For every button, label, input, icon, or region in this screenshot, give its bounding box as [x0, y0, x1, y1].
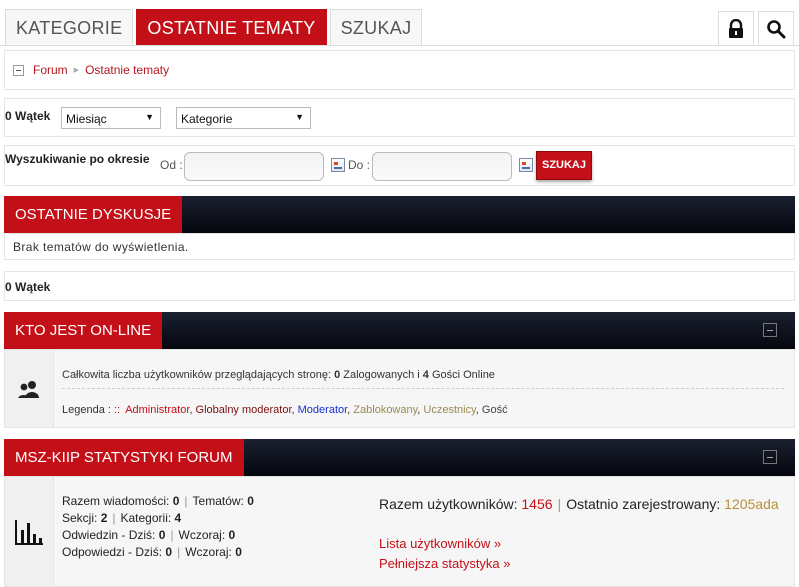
legend-guest: Gość [481, 404, 508, 416]
full-stats-link[interactable]: Pełniejsza statystyka » [379, 556, 511, 571]
month-select-value: Miesiąc [66, 112, 107, 126]
divider [62, 388, 784, 389]
main-tabs: KATEGORIE OSTATNIE TEMATY SZUKAJ [5, 9, 425, 46]
stats-icon-cell [5, 477, 54, 586]
users-count: 1456 [521, 496, 553, 512]
legend-blocked: Zablokowany [353, 404, 418, 416]
login-button[interactable] [718, 11, 754, 46]
stats-messages-line: Razem wiadomości: 0 | Tematów: 0 [62, 494, 254, 508]
online-icon-cell [5, 350, 54, 427]
visits-today: 0 [158, 528, 166, 542]
lock-icon [729, 19, 743, 38]
logged-count: 0 [334, 369, 341, 381]
online-header: KTO JEST ON-LINE [4, 312, 795, 349]
date-search-bar: Wyszukiwanie po okresie Od : Do : SZUKAJ [4, 145, 795, 186]
collapse-icon[interactable] [763, 450, 777, 464]
collapse-toggle-icon[interactable] [13, 64, 24, 76]
latest-label: Ostatnio zarejestrowany: [566, 496, 721, 512]
users-label: Razem użytkowników: [379, 496, 518, 512]
breadcrumb-arrow-icon: ▶ [73, 67, 80, 74]
date-search-label: Wyszukiwanie po okresie [5, 152, 150, 166]
calendar-icon[interactable] [331, 158, 345, 172]
stats-users-line: Razem użytkowników: 1456 | Ostatnio zareje… [379, 496, 779, 512]
visits-yesterday: 0 [228, 528, 236, 542]
online-body: Całkowita liczba użytkowników przeglądaj… [4, 349, 795, 428]
user-list-link[interactable]: Lista użytkowników » [379, 536, 501, 551]
stats-sections-line: Sekcji: 2 | Kategorii: 4 [62, 511, 182, 525]
legend-participants: Uczestnicy [423, 404, 476, 416]
category-select[interactable]: Kategorie ▼ [176, 107, 311, 129]
topics-label: Tematów: [192, 494, 244, 508]
filter-bar: 0 Wątek Miesiąc ▼ Kategorie ▼ [4, 98, 795, 137]
topics-count: 0 [247, 494, 254, 508]
latest-user-link[interactable]: 1205ada [724, 496, 779, 512]
breadcrumb-forum[interactable]: Forum [33, 63, 68, 77]
stats-body: Razem wiadomości: 0 | Tematów: 0 Sekcji: 2… [4, 476, 795, 587]
date-from-input[interactable] [184, 152, 324, 181]
legend-label: Legenda : [62, 404, 111, 416]
stats-header: MSZ-KIIP STATYSTYKI FORUM [4, 439, 795, 476]
legend-global-moderator: Globalny moderator [195, 404, 292, 416]
visits-label: Odwiedzin - Dziś: [62, 528, 156, 542]
replies-label: Odpowiedzi - Dziś: [62, 545, 163, 559]
sections-label: Sekcji: [62, 511, 98, 525]
date-to-input[interactable] [372, 152, 512, 181]
thread-count-bottom: 0 Wątek [5, 280, 51, 294]
visits-yesterday-label: Wczoraj: [178, 528, 226, 542]
guest-label: Gości Online [431, 369, 495, 381]
stats-replies-line: Odpowiedzi - Dziś: 0 | Wczoraj: 0 [62, 545, 242, 559]
online-legend: Legenda : :: Administrator, Globalny mod… [62, 404, 508, 416]
online-title: KTO JEST ON-LINE [4, 312, 163, 349]
sections-count: 2 [100, 511, 108, 525]
from-label: Od : [160, 158, 183, 172]
breadcrumb-recent-topics[interactable]: Ostatnie tematy [85, 63, 169, 77]
stats-visits-line: Odwiedzin - Dziś: 0 | Wczoraj: 0 [62, 528, 236, 542]
tab-search[interactable]: SZUKAJ [329, 9, 423, 46]
replies-yesterday-label: Wczoraj: [185, 545, 232, 559]
categories-label: Kategorii: [120, 511, 172, 525]
top-icons [714, 11, 794, 46]
thread-count-bar: 0 Wątek [4, 271, 795, 301]
bar-chart-icon [15, 519, 43, 545]
tab-recent-topics[interactable]: OSTATNIE TEMATY [136, 9, 327, 46]
collapse-icon[interactable] [763, 323, 777, 337]
thread-count: 0 Wątek [5, 109, 51, 123]
messages-count: 0 [172, 494, 180, 508]
legend-moderator: Moderator [297, 404, 348, 416]
guest-count: 4 [422, 369, 429, 381]
dropdown-arrow-icon: ▼ [295, 112, 304, 122]
legend-administrator: Administrator [125, 404, 190, 416]
breadcrumb: Forum ▶ Ostatnie tematy [4, 50, 795, 90]
recent-discussions-header: OSTATNIE DYSKUSJE [4, 196, 795, 233]
category-select-value: Kategorie [181, 112, 233, 126]
tab-categories[interactable]: KATEGORIE [5, 9, 134, 46]
categories-count: 4 [174, 511, 182, 525]
calendar-icon[interactable] [519, 158, 533, 172]
dropdown-arrow-icon: ▼ [145, 112, 154, 122]
logged-label: Zalogowanych i [343, 369, 420, 381]
empty-message: Brak tematów do wyświetlenia. [13, 240, 189, 254]
search-icon [767, 20, 786, 39]
replies-today: 0 [165, 545, 173, 559]
date-search-button[interactable]: SZUKAJ [536, 151, 592, 180]
replies-yesterday: 0 [235, 545, 242, 559]
online-summary-text: Całkowita liczba użytkowników przeglądaj… [62, 369, 332, 381]
stats-title: MSZ-KIIP STATYSTYKI FORUM [4, 439, 244, 476]
recent-discussions-body: Brak tematów do wyświetlenia. [4, 233, 795, 260]
online-summary: Całkowita liczba użytkowników przeglądaj… [62, 369, 495, 381]
users-icon [18, 380, 39, 398]
search-button[interactable] [758, 11, 794, 46]
recent-discussions-title: OSTATNIE DYSKUSJE [4, 196, 183, 233]
legend-separator: :: [114, 404, 121, 416]
month-select[interactable]: Miesiąc ▼ [61, 107, 161, 129]
to-label: Do : [348, 158, 371, 172]
messages-label: Razem wiadomości: [62, 494, 170, 508]
tab-underline [0, 45, 799, 46]
